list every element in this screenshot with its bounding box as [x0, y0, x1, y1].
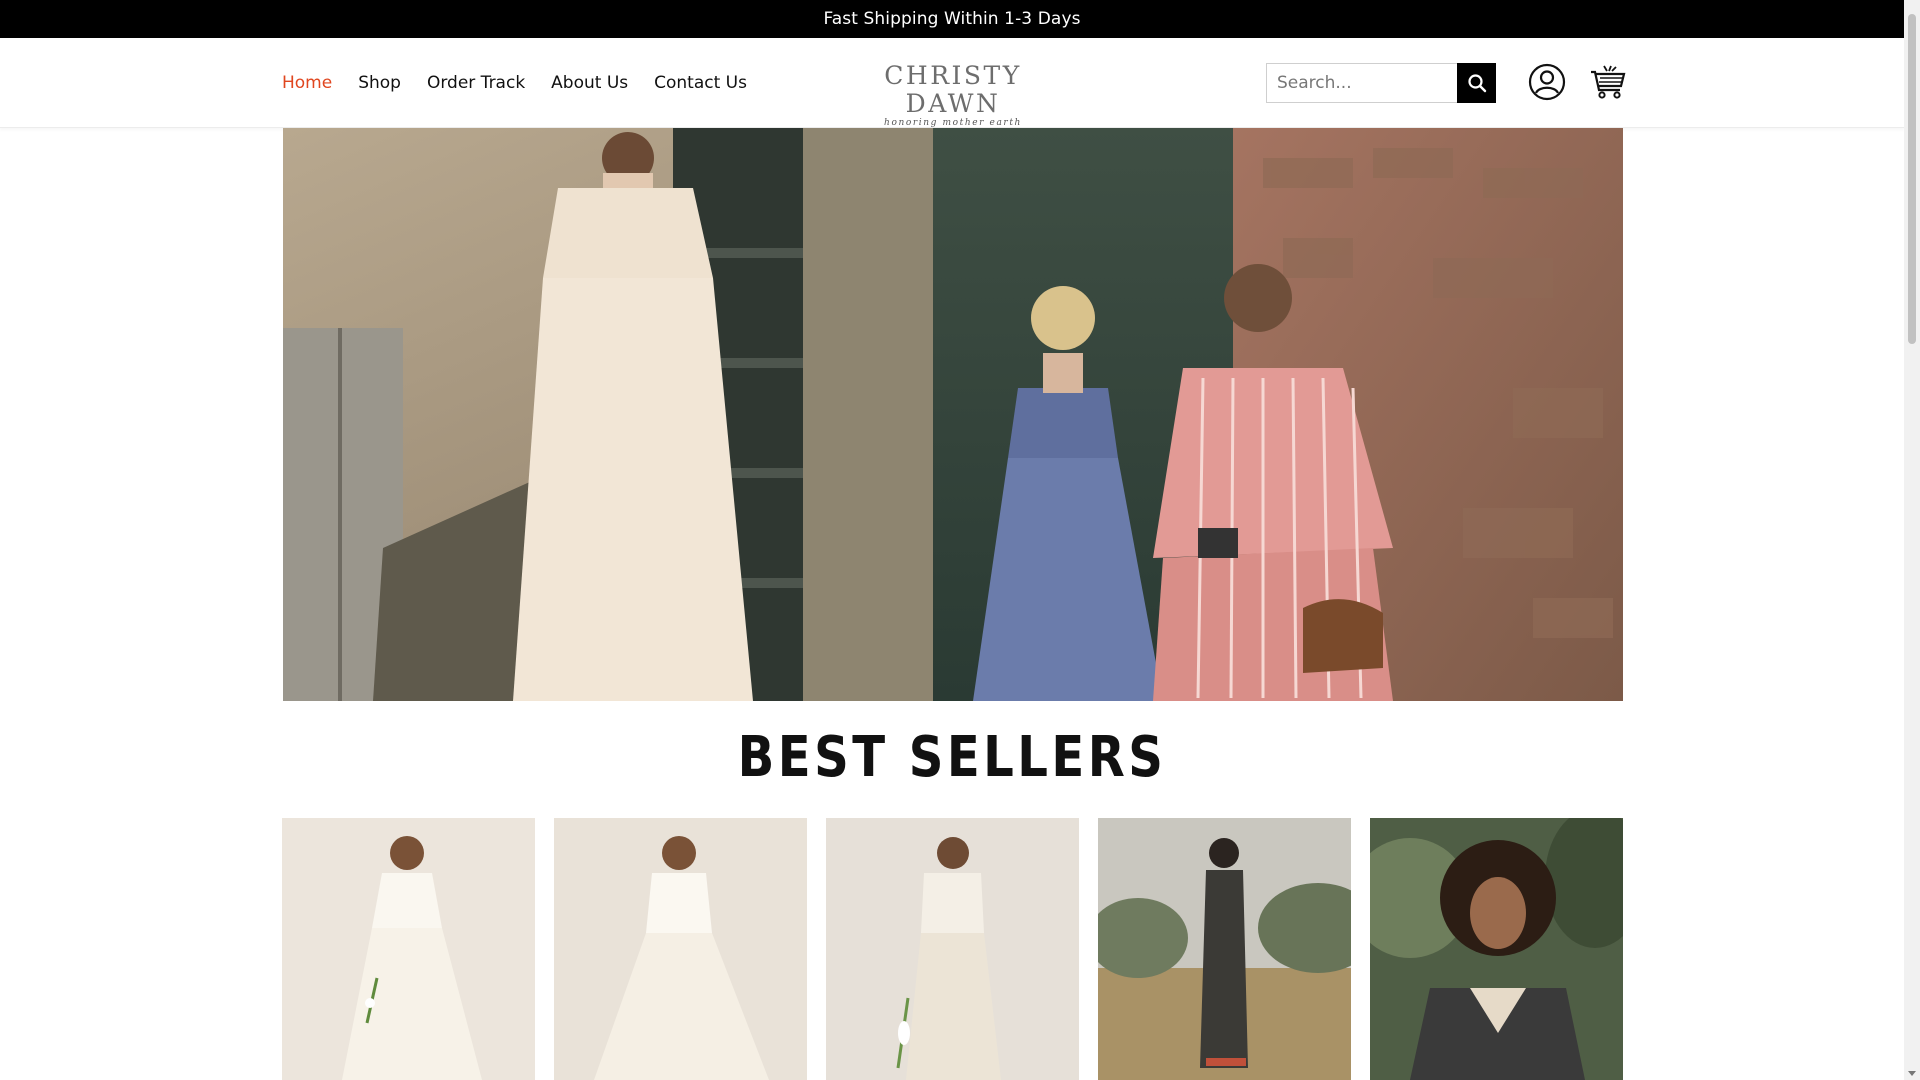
product-card[interactable] [1098, 818, 1351, 1080]
scroll-down-icon[interactable] [1908, 1071, 1916, 1076]
product-card[interactable] [1370, 818, 1623, 1080]
main-nav: Home Shop Order Track About Us Contact U… [282, 38, 773, 128]
product-card[interactable] [826, 818, 1079, 1080]
logo-name: CHRISTY DAWN [884, 61, 1022, 118]
site-header: Home Shop Order Track About Us Contact U… [0, 38, 1904, 128]
account-button[interactable] [1528, 63, 1566, 101]
search-button[interactable] [1457, 63, 1496, 103]
hero-banner[interactable] [283, 128, 1623, 701]
page-scrollbar[interactable] [1904, 0, 1920, 1080]
search-box [1266, 63, 1496, 103]
search-input[interactable] [1267, 64, 1457, 102]
nav-home[interactable]: Home [282, 73, 332, 93]
product-image [282, 818, 535, 1080]
brand-logo[interactable]: CHRISTY DAWN honoring mother earth [866, 62, 1040, 129]
product-image [1370, 818, 1623, 1080]
nav-about-us[interactable]: About Us [551, 73, 628, 93]
product-card[interactable] [282, 818, 535, 1080]
product-image [826, 818, 1079, 1080]
nav-shop[interactable]: Shop [358, 73, 401, 93]
product-image [1098, 818, 1351, 1080]
nav-order-track[interactable]: Order Track [427, 73, 525, 93]
product-grid [282, 818, 1624, 1080]
product-image [554, 818, 807, 1080]
hero-image [283, 128, 1623, 701]
announcement-text: Fast Shipping Within 1-3 Days [823, 9, 1081, 29]
nav-contact-us[interactable]: Contact Us [654, 73, 747, 93]
logo-tagline: honoring mother earth [884, 118, 1022, 128]
cart-button[interactable] [1590, 64, 1626, 100]
announcement-bar: Fast Shipping Within 1-3 Days [0, 0, 1904, 38]
user-icon [1528, 63, 1566, 101]
cart-icon [1591, 65, 1626, 99]
product-card[interactable] [554, 818, 807, 1080]
best-sellers-title: BEST SELLERS [737, 725, 1167, 790]
scrollbar-thumb[interactable] [1908, 14, 1916, 344]
search-icon [1467, 74, 1486, 93]
